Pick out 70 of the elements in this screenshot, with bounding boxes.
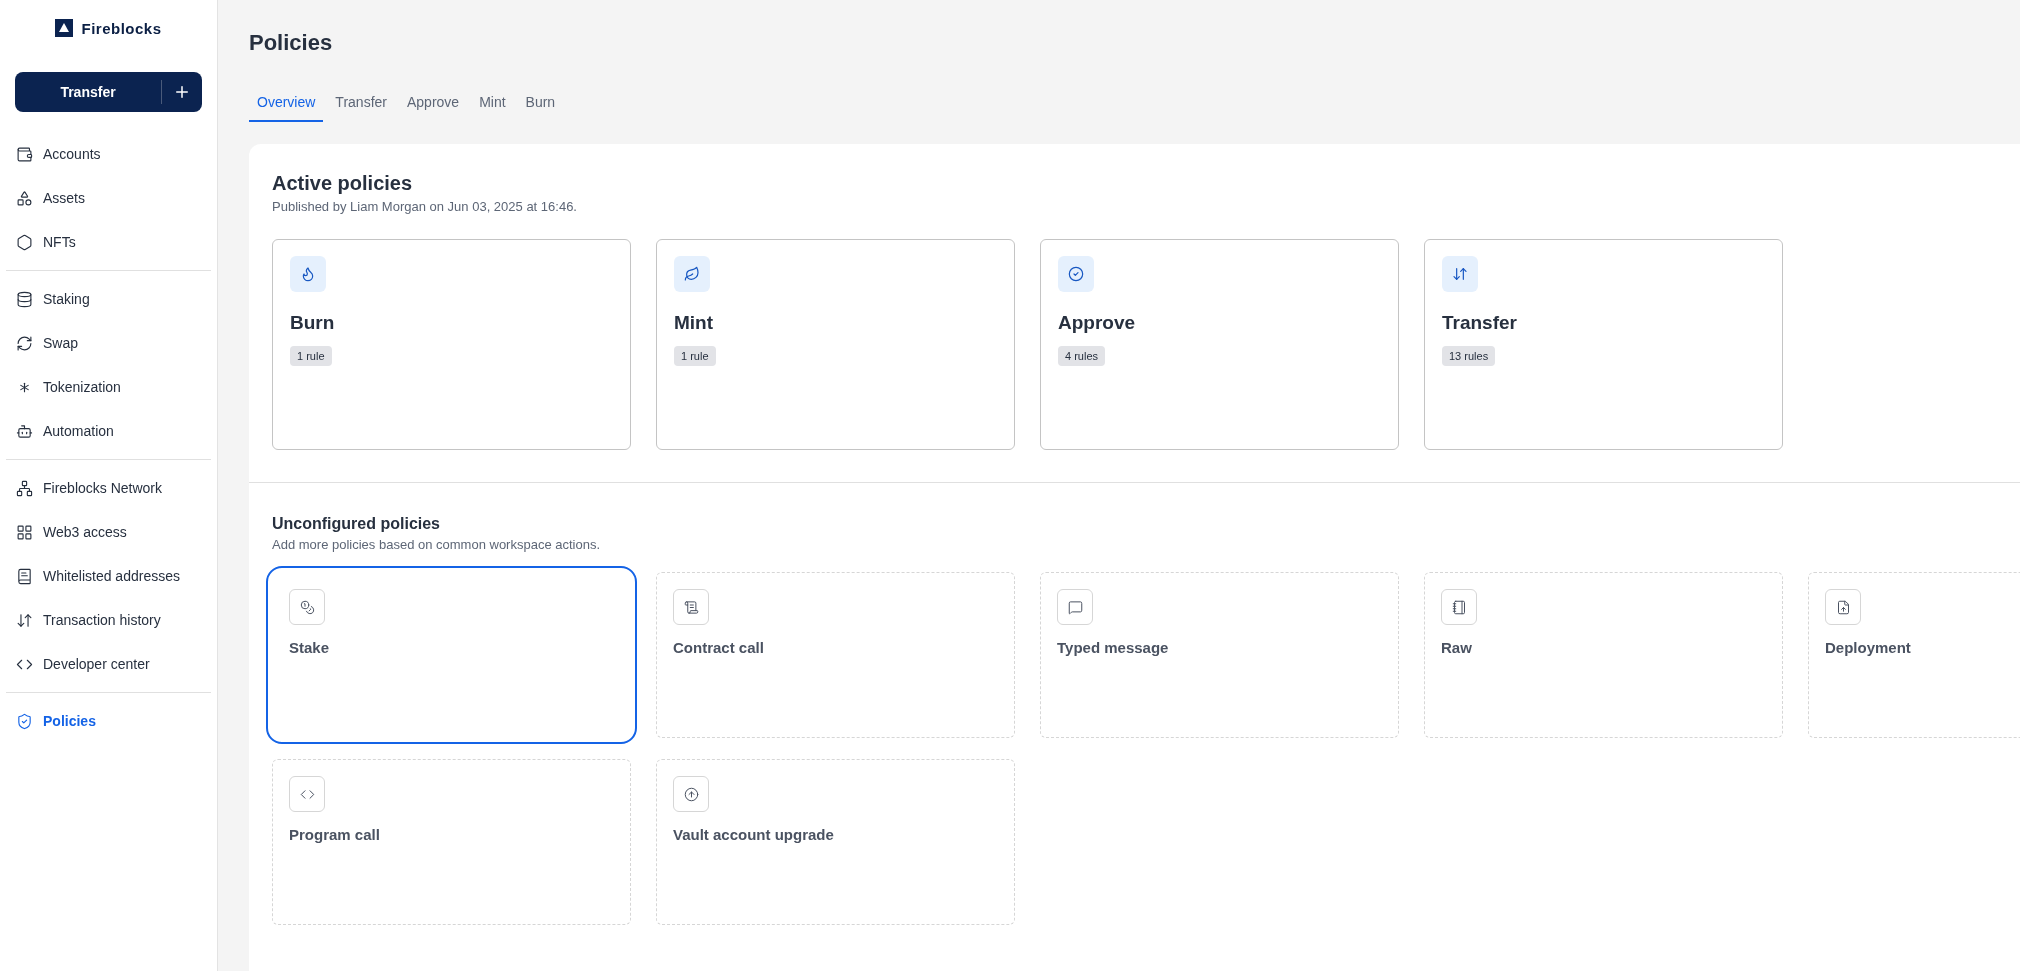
policy-title: Deployment — [1825, 639, 1911, 656]
section-subtitle: Add more policies based on common workspace actions. — [272, 537, 602, 552]
nav-item[interactable]: Transaction history — [6, 598, 211, 642]
leaf-icon — [674, 256, 710, 292]
page-title: Policies — [249, 30, 334, 56]
transfer-button[interactable]: Transfer — [15, 72, 202, 112]
policy-card[interactable]: Program call — [272, 759, 631, 925]
network-icon — [16, 479, 33, 497]
tab[interactable]: Approve — [398, 88, 468, 122]
nav-item[interactable]: Tokenization — [6, 365, 211, 409]
flame-icon — [290, 256, 326, 292]
policy-title: Vault account upgrade — [673, 826, 834, 843]
logo-icon — [55, 19, 74, 37]
policy-title: Mint — [674, 312, 714, 334]
policy-card[interactable]: Burn 1 rule — [272, 239, 631, 450]
nav-item[interactable]: Developer center — [6, 642, 211, 686]
policy-card[interactable]: Typed message — [1040, 572, 1399, 738]
rule-count: 1 rule — [290, 346, 332, 366]
tab[interactable]: Overview — [249, 88, 324, 122]
swap-icon — [16, 334, 33, 352]
policy-title: Program call — [289, 826, 380, 843]
policy-title: Transfer — [1442, 312, 1517, 334]
policy-card[interactable]: Contract call — [656, 572, 1015, 738]
policy-card[interactable]: Vault account upgrade — [656, 759, 1015, 925]
tab[interactable]: Burn — [517, 88, 564, 122]
nav-item[interactable]: Web3 access — [6, 510, 211, 554]
document-icon — [673, 589, 709, 625]
nav-item[interactable]: Fireblocks Network — [6, 466, 211, 510]
policy-title: Raw — [1441, 639, 1472, 656]
policy-card[interactable]: Deployment — [1808, 572, 2020, 738]
policy-title: Stake — [289, 639, 330, 656]
file-upload-icon — [1825, 589, 1861, 625]
nav-item[interactable]: Staking — [6, 277, 211, 321]
grid-icon — [16, 523, 33, 541]
policy-title: Typed message — [1057, 639, 1169, 656]
shield-icon — [16, 712, 33, 730]
logo-text: Fireblocks — [81, 19, 162, 37]
notebook-icon — [1441, 589, 1477, 625]
policy-title: Approve — [1058, 312, 1136, 334]
nav-item[interactable]: Policies — [6, 699, 211, 743]
rule-count: 13 rules — [1442, 346, 1496, 366]
policy-title: Burn — [290, 312, 335, 334]
nav-item[interactable]: NFTs — [6, 220, 211, 264]
policy-card[interactable]: Raw — [1424, 572, 1783, 738]
book-icon — [16, 567, 33, 585]
policy-card[interactable]: Mint 1 rule — [656, 239, 1015, 450]
tab[interactable]: Transfer — [327, 88, 395, 122]
section-title: Active policies — [272, 172, 414, 195]
policy-title: Contract call — [673, 639, 764, 656]
section-title: Unconfigured policies — [272, 515, 441, 533]
nav-item[interactable]: Whitelisted addresses — [6, 554, 211, 598]
code-icon — [289, 776, 325, 812]
robot-icon — [16, 422, 33, 440]
policy-card[interactable]: Stake — [266, 566, 637, 744]
nav-item[interactable]: Accounts — [6, 132, 211, 176]
arrows-icon — [1442, 256, 1478, 292]
policy-card[interactable]: Transfer 13 rules — [1424, 239, 1783, 450]
rule-count: 1 rule — [674, 346, 716, 366]
nav-item[interactable]: Automation — [6, 409, 211, 453]
message-icon — [1057, 589, 1093, 625]
tab[interactable]: Mint — [471, 88, 514, 122]
wallet-icon — [16, 145, 33, 163]
arrows-icon — [16, 611, 33, 629]
hexagon-icon — [16, 233, 33, 251]
plus-icon — [173, 83, 191, 101]
rule-count: 4 rules — [1058, 346, 1106, 366]
nav-item[interactable]: Swap — [6, 321, 211, 365]
policy-card[interactable]: Approve 4 rules — [1040, 239, 1399, 450]
nav-item[interactable]: Assets — [6, 176, 211, 220]
section-subtitle: Published by Liam Morgan on Jun 03, 2025 at 16:46. — [272, 199, 578, 214]
